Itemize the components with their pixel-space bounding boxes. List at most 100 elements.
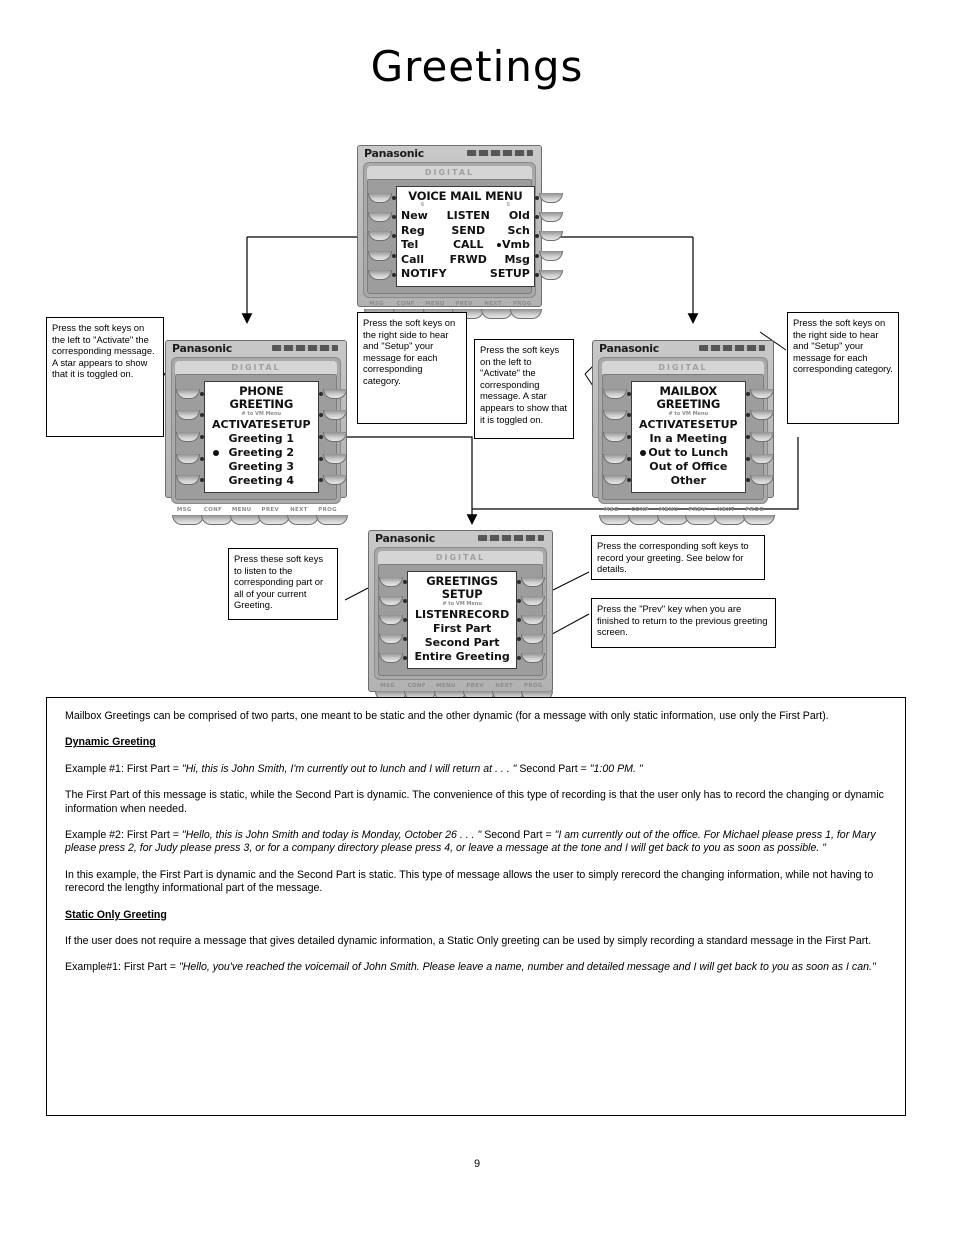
key-conf[interactable]: CONF [627,507,660,525]
key-prev[interactable]: PREV [258,507,291,525]
key-prog[interactable]: PROG [742,507,775,525]
key-prog[interactable]: PROG [510,301,543,319]
softkey-left-1[interactable] [379,577,403,588]
key-next[interactable]: NEXT [713,507,746,525]
softkey-left-1[interactable] [603,388,627,399]
key-msg-cap[interactable] [599,515,632,525]
key-menu[interactable]: MENU [229,507,262,525]
lcd-item-out-of-office[interactable]: Out of Office [636,460,741,474]
left-softkey-column[interactable] [379,571,403,669]
key-prog-cap[interactable] [742,515,775,525]
key-conf[interactable]: CONF [200,507,233,525]
softkey-left-2-listen-first[interactable] [379,596,403,607]
right-softkey-column[interactable] [322,381,347,493]
softkey-left-3-listen-second[interactable] [379,614,403,625]
key-next-cap[interactable] [480,308,513,319]
softkey-left-3-lunch[interactable] [603,431,627,442]
menu-call2[interactable]: Call [401,253,447,268]
lcd-item-other[interactable]: Other [636,474,741,488]
softkey-right-2-setup-meeting[interactable] [749,410,774,421]
left-softkey-column[interactable] [603,381,627,493]
listen-label[interactable]: LISTEN [415,608,458,622]
key-next[interactable]: NEXT [480,301,513,319]
fixed-key-row[interactable]: MSG CONF MENU PREV NEXT PROG [593,504,775,530]
key-prog-cap[interactable] [510,308,543,319]
softkey-left-5-greeting4[interactable] [176,475,200,486]
menu-old[interactable]: Old [490,209,530,224]
record-label[interactable]: RECORD [458,608,509,622]
softkey-right-1[interactable] [322,388,347,399]
menu-setup[interactable]: SETUP [490,267,530,282]
key-menu-cap[interactable] [656,515,689,525]
left-softkey-column[interactable] [368,186,392,287]
softkey-left-4-office[interactable] [603,453,627,464]
softkey-left-5[interactable] [368,269,392,280]
softkey-left-5-other[interactable] [603,475,627,486]
lcd-item-greeting-3[interactable]: Greeting 3 [209,460,314,474]
key-conf-cap[interactable] [627,515,660,525]
key-prog[interactable]: PROG [315,507,348,525]
softkey-left-1[interactable] [368,192,392,203]
key-msg[interactable]: MSG [172,507,205,525]
softkey-right-3-setup2[interactable] [322,431,347,442]
lcd-item-first-part[interactable]: First Part [412,622,512,636]
menu-send[interactable]: SEND [447,224,490,239]
softkey-left-3-greeting2[interactable] [176,431,200,442]
softkey-right-1[interactable] [521,577,546,588]
softkey-right-5[interactable] [521,652,546,663]
menu-call[interactable]: CALL [447,238,490,253]
menu-msg[interactable]: Msg [490,253,529,268]
softkey-right-1[interactable] [538,192,563,203]
softkey-right-2-record-first[interactable] [521,596,546,607]
menu-vmb[interactable]: Vmb [490,238,530,253]
softkey-left-4-greeting3[interactable] [176,453,200,464]
softkey-left-2-greeting1[interactable] [176,410,200,421]
softkey-right-2[interactable] [538,211,563,222]
lcd-item-in-a-meeting[interactable]: In a Meeting [636,432,741,446]
softkey-right-4-setup-office[interactable] [749,453,774,464]
key-conf-cap[interactable] [200,515,233,525]
lcd-item-second-part[interactable]: Second Part [412,636,512,650]
menu-listen[interactable]: LISTEN [447,209,490,224]
key-next-cap[interactable] [286,515,319,525]
lcd-item-greeting-2[interactable]: Greeting 2 [209,446,314,460]
softkey-left-2-meeting[interactable] [603,410,627,421]
key-menu-cap[interactable] [229,515,262,525]
activate-label[interactable]: ACTIVATE [639,418,698,432]
left-softkey-column[interactable] [176,381,200,493]
fixed-key-row[interactable]: MSG CONF MENU PREV NEXT PROG [166,504,348,530]
softkey-right-2-setup1[interactable] [322,410,347,421]
menu-frwd[interactable]: FRWD [447,253,490,268]
menu-tel[interactable]: Tel [401,238,447,253]
key-next[interactable]: NEXT [286,507,319,525]
activate-label[interactable]: ACTIVATE [212,418,271,432]
lcd-item-greeting-1[interactable]: Greeting 1 [209,432,314,446]
softkey-right-4[interactable] [538,250,563,261]
lcd-item-entire-greeting[interactable]: Entire Greeting [412,650,512,664]
softkey-right-5-setup-other[interactable] [749,475,774,486]
softkey-right-4-record-entire[interactable] [521,633,546,644]
softkey-right-3-setup-lunch[interactable] [749,431,774,442]
softkey-left-4-listen-entire[interactable] [379,633,403,644]
softkey-right-3-record-second[interactable] [521,614,546,625]
key-prog-cap[interactable] [315,515,348,525]
key-next-cap[interactable] [713,515,746,525]
setup-label[interactable]: SETUP [271,418,311,432]
right-softkey-column[interactable] [538,186,563,287]
key-msg[interactable]: MSG [599,507,632,525]
setup-label[interactable]: SETUP [698,418,738,432]
key-msg-cap[interactable] [172,515,205,525]
softkey-left-4[interactable] [368,250,392,261]
softkey-left-3[interactable] [368,231,392,242]
softkey-left-5[interactable] [379,652,403,663]
menu-sch[interactable]: Sch [490,224,530,239]
softkey-right-3[interactable] [538,231,563,242]
menu-notify[interactable]: NOTIFY [401,267,447,282]
key-prev[interactable]: PREV [685,507,718,525]
menu-new[interactable]: New [401,209,447,224]
lcd-item-greeting-4[interactable]: Greeting 4 [209,474,314,488]
key-prev-cap[interactable] [258,515,291,525]
key-prev-cap[interactable] [685,515,718,525]
right-softkey-column[interactable] [749,381,774,493]
softkey-right-4-setup3[interactable] [322,453,347,464]
